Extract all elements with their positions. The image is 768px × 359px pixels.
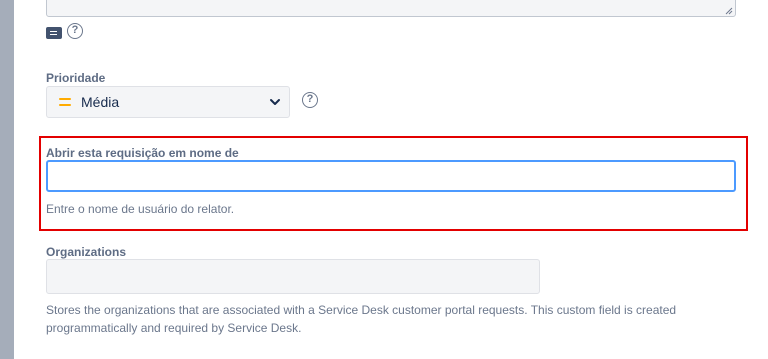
text-editor-toggle-icon[interactable] bbox=[46, 27, 62, 39]
chevron-down-icon bbox=[270, 99, 280, 105]
on-behalf-label: Abrir esta requisição em nome de bbox=[46, 146, 239, 160]
help-icon[interactable]: ? bbox=[67, 23, 83, 39]
organizations-label: Organizations bbox=[46, 245, 127, 259]
priority-selected-value: Média bbox=[81, 94, 120, 110]
resize-handle-icon[interactable] bbox=[725, 7, 733, 15]
organizations-field[interactable] bbox=[46, 259, 540, 294]
priority-label: Prioridade bbox=[46, 71, 106, 85]
organizations-help-text: Stores the organizations that are associ… bbox=[46, 303, 677, 335]
priority-medium-icon bbox=[59, 98, 71, 106]
left-sidebar-edge bbox=[0, 0, 14, 359]
priority-select[interactable]: Média bbox=[46, 86, 290, 118]
priority-help-icon[interactable]: ? bbox=[302, 92, 318, 108]
on-behalf-help-text: Entre o nome de usuário do relator. bbox=[46, 202, 235, 216]
on-behalf-input[interactable] bbox=[46, 160, 736, 192]
description-textarea[interactable] bbox=[46, 0, 736, 17]
